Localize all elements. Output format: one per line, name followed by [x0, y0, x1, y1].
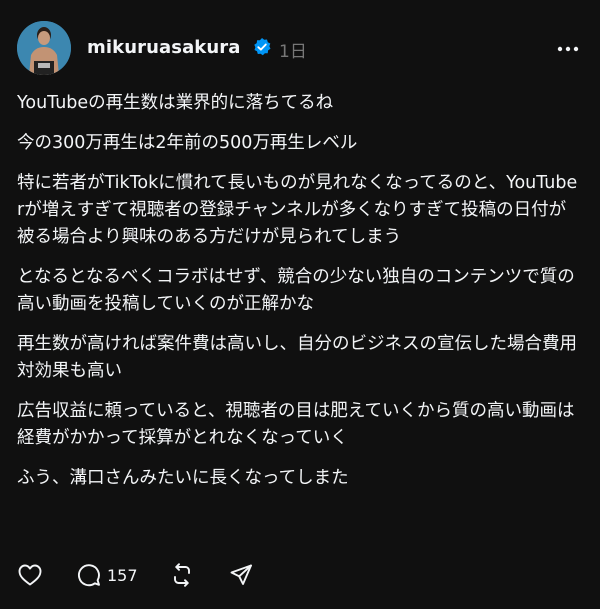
repost-button[interactable]	[170, 561, 194, 589]
username[interactable]: mikuruasakura	[87, 37, 241, 58]
post-paragraph: 今の300万再生は2年前の500万再生レベル	[17, 133, 358, 153]
post-paragraph: 特に若者がTikTokに慣れて長いものが見れなくなってるのと、YouTuberが…	[17, 173, 578, 247]
post-paragraph: となるとなるべくコラボはせず、競合の少ない独自のコンテンツで質の高い動画を投稿し…	[17, 267, 575, 314]
action-bar: 157	[18, 561, 418, 589]
avatar[interactable]	[17, 21, 71, 75]
comment-icon	[77, 563, 101, 587]
post-paragraph: YouTubeの再生数は業界的に落ちてるね	[17, 93, 334, 113]
repost-icon	[170, 563, 194, 587]
post-paragraph: ふう、溝口さんみたいに長くなってしまた	[17, 468, 349, 488]
post-paragraph: 再生数が高ければ案件費は高いし、自分のビジネスの宣伝した場合費用対効果も高い	[17, 334, 577, 381]
more-icon[interactable]	[556, 41, 580, 55]
post-time[interactable]: 1日	[279, 37, 307, 62]
share-icon	[229, 563, 253, 587]
like-button[interactable]	[18, 561, 42, 589]
post-body: YouTubeの再生数は業界的に落ちてるね 今の300万再生は2年前の500万再…	[17, 90, 583, 505]
post-paragraph: 広告収益に頼っていると、視聴者の目は肥えていくから質の高い動画は経費がかかって採…	[17, 401, 575, 448]
threads-post: mikuruasakura 1日 YouTubeの再生数は業界的に落ちてるね 今…	[0, 0, 600, 609]
heart-icon	[18, 564, 42, 586]
reply-button[interactable]: 157	[77, 561, 138, 589]
verified-badge-icon	[252, 37, 272, 57]
share-button[interactable]	[229, 561, 253, 589]
post-header: mikuruasakura 1日	[17, 21, 580, 77]
reply-count: 157	[107, 565, 138, 585]
